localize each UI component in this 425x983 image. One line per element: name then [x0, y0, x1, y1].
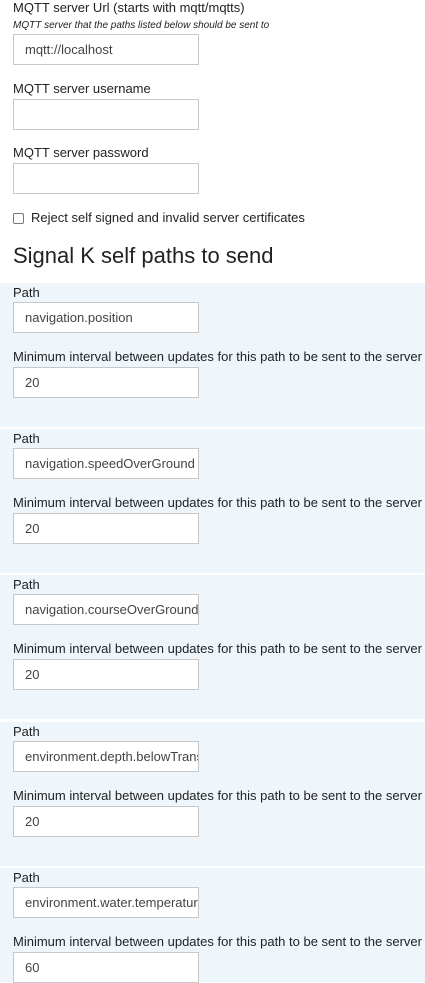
mqtt-url-input[interactable]: mqtt://localhost [13, 34, 199, 65]
path-input[interactable]: navigation.position [13, 302, 199, 333]
mqtt-username-label: MQTT server username [13, 81, 151, 96]
reject-certificates-label: Reject self signed and invalid server ce… [31, 210, 305, 225]
mqtt-config-form: MQTT server Url (starts with mqtt/mqtts)… [0, 0, 425, 983]
path-item: Path navigation.position Minimum interva… [0, 283, 425, 427]
path-label: Path [13, 285, 40, 300]
path-item: Path environment.depth.belowTransducer M… [0, 722, 425, 866]
path-item: Path environment.water.temperature Minim… [0, 868, 425, 983]
mqtt-url-label: MQTT server Url (starts with mqtt/mqtts) [13, 0, 245, 15]
interval-label: Minimum interval between updates for thi… [13, 641, 422, 656]
interval-label: Minimum interval between updates for thi… [13, 495, 422, 510]
interval-label: Minimum interval between updates for thi… [13, 934, 422, 949]
paths-section-title: Signal K self paths to send [13, 243, 274, 268]
mqtt-username-input[interactable] [13, 99, 199, 130]
path-input[interactable]: environment.water.temperature [13, 887, 199, 918]
interval-input[interactable]: 20 [13, 513, 199, 544]
path-label: Path [13, 431, 40, 446]
path-input[interactable]: environment.depth.belowTransducer [13, 741, 199, 772]
path-label: Path [13, 724, 40, 739]
path-item: Path navigation.courseOverGroundTrue Min… [0, 575, 425, 719]
interval-input[interactable]: 20 [13, 806, 199, 837]
reject-certificates-checkbox[interactable] [13, 213, 24, 224]
path-label: Path [13, 577, 40, 592]
mqtt-url-description: MQTT server that the paths listed below … [13, 20, 270, 31]
interval-label: Minimum interval between updates for thi… [13, 349, 422, 364]
path-item: Path navigation.speedOverGround Minimum … [0, 429, 425, 573]
path-input[interactable]: navigation.courseOverGroundTrue [13, 594, 199, 625]
path-input[interactable]: navigation.speedOverGround [13, 448, 199, 479]
mqtt-password-label: MQTT server password [13, 145, 149, 160]
path-label: Path [13, 870, 40, 885]
interval-label: Minimum interval between updates for thi… [13, 788, 422, 803]
mqtt-password-input[interactable] [13, 163, 199, 194]
interval-input[interactable]: 60 [13, 952, 199, 983]
interval-input[interactable]: 20 [13, 659, 199, 690]
interval-input[interactable]: 20 [13, 367, 199, 398]
